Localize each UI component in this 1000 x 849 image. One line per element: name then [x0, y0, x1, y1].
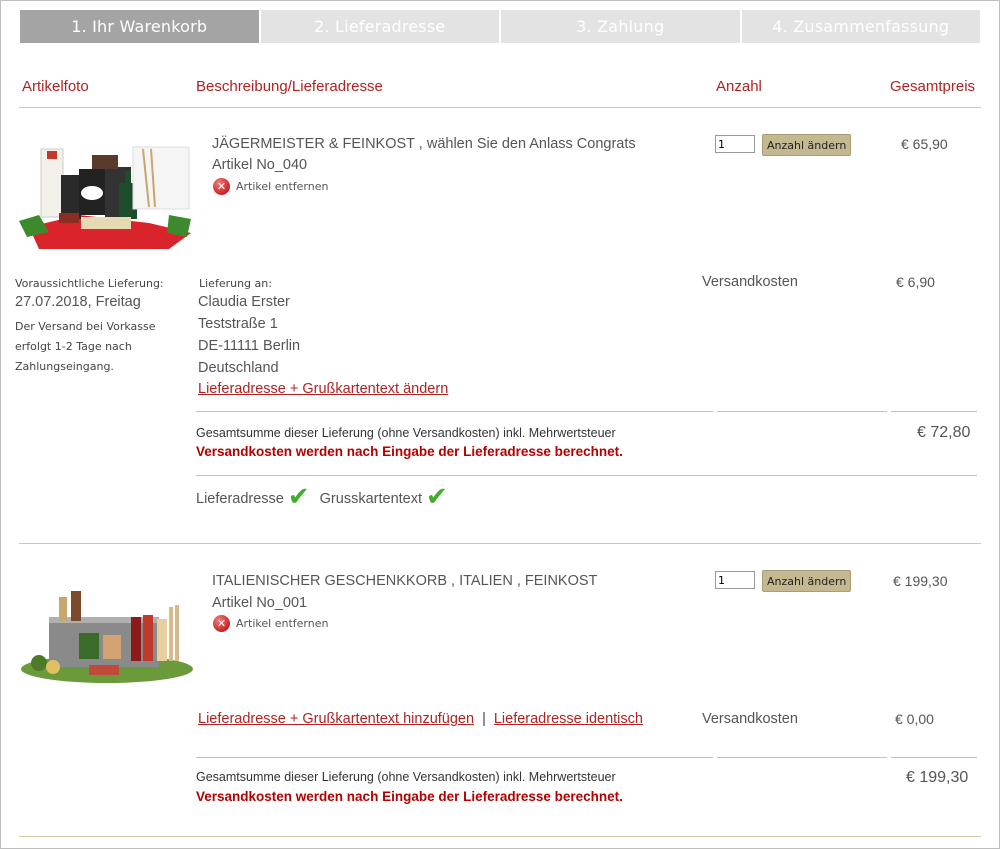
divider — [891, 757, 977, 758]
address-street: Teststraße 1 — [198, 316, 278, 332]
product-image — [19, 577, 195, 687]
step-delivery-address[interactable]: 2. Lieferadresse — [260, 10, 499, 43]
divider — [196, 475, 977, 476]
item-price: € 65,90 — [901, 136, 948, 152]
change-quantity-button[interactable]: Anzahl ändern — [762, 570, 852, 592]
shipping-warning: Versandkosten werden nach Eingabe der Li… — [196, 444, 623, 459]
product-title[interactable]: JÄGERMEISTER & FEINKOST , wählen Sie den… — [212, 136, 636, 152]
status-address-label: Lieferadresse — [196, 491, 284, 507]
completion-status: Lieferadresse ✔ Grusskartentext ✔ — [196, 482, 448, 512]
link-separator: | — [482, 711, 486, 727]
remove-item-label[interactable]: Artikel entfernen — [236, 617, 328, 630]
item-divider — [19, 836, 981, 837]
remove-item-button[interactable]: ✕ Artikel entfernen — [213, 178, 328, 195]
remove-circle-icon[interactable]: ✕ — [213, 178, 230, 195]
article-number: Artikel No_001 — [212, 595, 308, 611]
delivery-subtotal: € 199,30 — [906, 769, 969, 786]
header-quantity: Anzahl — [716, 78, 762, 95]
checkmark-icon: ✔ — [287, 482, 310, 512]
shipping-label: Versandkosten — [702, 274, 798, 290]
remove-item-label[interactable]: Artikel entfernen — [236, 180, 328, 193]
divider — [717, 757, 887, 758]
step-summary[interactable]: 4. Zusammenfassung — [741, 10, 980, 43]
divider — [196, 757, 713, 758]
step-cart[interactable]: 1. Ihr Warenkorb — [20, 10, 259, 43]
shipping-price: € 6,90 — [896, 274, 935, 290]
shipping-price: € 0,00 — [895, 711, 934, 727]
change-address-link[interactable]: Lieferadresse + Grußkartentext ändern — [198, 381, 448, 397]
subtotal-description: Gesamtsumme dieser Lieferung (ohne Versa… — [196, 426, 616, 440]
same-address-link[interactable]: Lieferadresse identisch — [494, 711, 643, 727]
remove-item-button[interactable]: ✕ Artikel entfernen — [213, 615, 328, 632]
add-address-link[interactable]: Lieferadresse + Grußkartentext hinzufüge… — [198, 711, 474, 727]
product-photo-jaegermeister[interactable] — [19, 137, 191, 249]
divider — [196, 411, 713, 412]
quantity-input[interactable] — [715, 571, 755, 589]
address-name: Claudia Erster — [198, 294, 290, 310]
address-country: Deutschland — [198, 360, 279, 376]
divider — [717, 411, 887, 412]
shipping-label: Versandkosten — [702, 711, 798, 727]
divider — [891, 411, 977, 412]
header-description: Beschreibung/Lieferadresse — [196, 78, 383, 95]
change-quantity-button[interactable]: Anzahl ändern — [762, 134, 852, 156]
address-city: DE-11111 Berlin — [198, 338, 301, 354]
remove-circle-icon[interactable]: ✕ — [213, 615, 230, 632]
delivery-note: Der Versand bei Vorkasse erfolgt 1-2 Tag… — [15, 320, 156, 373]
delivery-estimate-label: Voraussichtliche Lieferung: — [15, 277, 164, 290]
product-photo-italian-basket[interactable] — [19, 577, 195, 687]
header-photo: Artikelfoto — [22, 78, 89, 95]
address-actions: Lieferadresse + Grußkartentext hinzufüge… — [198, 711, 643, 727]
product-title[interactable]: ITALIENISCHER GESCHENKKORB , ITALIEN , F… — [212, 573, 597, 589]
checkout-steps: 1. Ihr Warenkorb 2. Lieferadresse 3. Zah… — [20, 10, 980, 43]
shipping-warning: Versandkosten werden nach Eingabe der Li… — [196, 789, 623, 804]
article-number: Artikel No_040 — [212, 157, 308, 173]
delivery-date: 27.07.2018, Freitag — [15, 294, 141, 310]
subtotal-description: Gesamtsumme dieser Lieferung (ohne Versa… — [196, 770, 616, 784]
header-total: Gesamtpreis — [890, 78, 976, 95]
delivery-address: Claudia Erster Teststraße 1 DE-11111 Ber… — [198, 291, 300, 379]
step-payment[interactable]: 3. Zahlung — [501, 10, 740, 43]
delivery-subtotal: € 72,80 — [917, 424, 971, 441]
header-divider — [19, 107, 981, 108]
status-card-label: Grusskartentext — [319, 491, 422, 507]
quantity-input[interactable] — [715, 135, 755, 153]
item-divider — [19, 543, 981, 544]
checkmark-icon: ✔ — [426, 482, 448, 512]
deliver-to-label: Lieferung an: — [199, 277, 272, 290]
product-image — [19, 137, 191, 249]
item-price: € 199,30 — [893, 573, 948, 589]
